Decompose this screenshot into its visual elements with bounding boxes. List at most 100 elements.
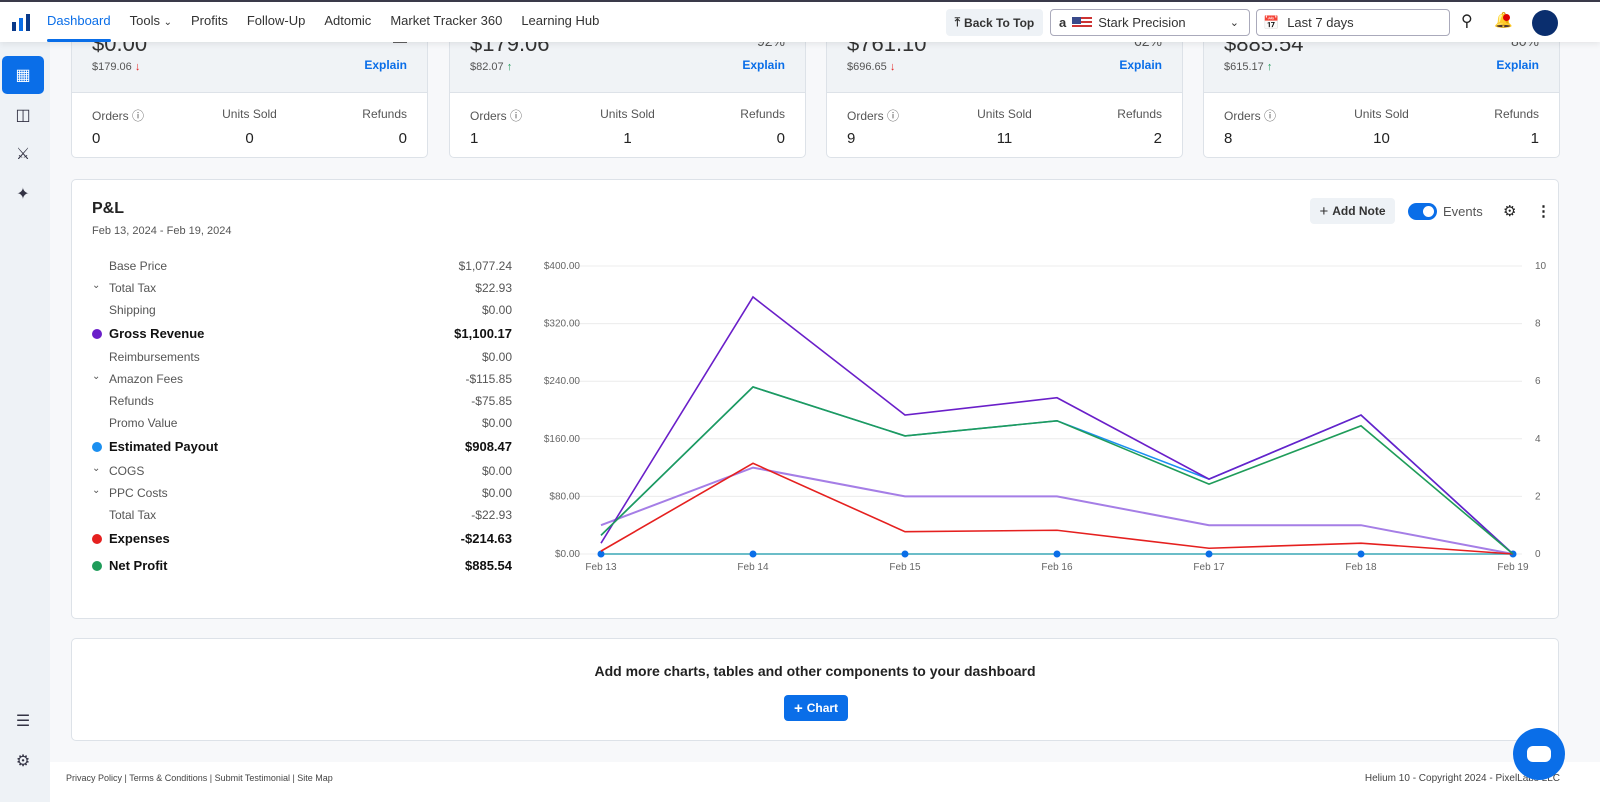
pl-row-label: Promo Value: [109, 416, 178, 430]
pl-row-value: -$115.85: [465, 372, 512, 386]
refunds-value: 1: [1530, 130, 1539, 147]
pl-row: Gross Revenue $1,100.17: [92, 326, 512, 342]
chevron-down-icon[interactable]: ⌄: [92, 485, 100, 496]
nav-learning-hub[interactable]: Learning Hub: [521, 2, 599, 42]
sidebar-settings-icon[interactable]: ⚙: [2, 742, 44, 780]
refunds-label: Refunds: [1117, 107, 1162, 121]
explain-link[interactable]: Explain: [364, 58, 407, 72]
chevron-down-icon[interactable]: ⌄: [92, 280, 100, 291]
nav-follow-up[interactable]: Follow-Up: [247, 2, 306, 42]
add-components-card: Add more charts, tables and other compon…: [71, 638, 1559, 741]
pl-title: P&L: [92, 200, 124, 217]
sidebar-layout-icon[interactable]: ◫: [2, 96, 44, 134]
arrow-up-icon: ⤒: [954, 15, 961, 29]
submit-testimonial-link[interactable]: Submit Testimonial: [215, 773, 290, 783]
legend-dot[interactable]: [92, 442, 102, 452]
chat-button[interactable]: [1513, 728, 1565, 780]
kpi-previous: $82.07: [470, 61, 504, 73]
footer: Privacy Policy | Terms & Conditions | Su…: [50, 762, 1600, 802]
avatar[interactable]: [1532, 10, 1558, 36]
privacy-policy-link[interactable]: Privacy Policy: [66, 773, 122, 783]
gear-icon[interactable]: ⚙: [1503, 202, 1516, 220]
events-toggle[interactable]: [1408, 203, 1437, 220]
chevron-down-icon[interactable]: ⌄: [92, 463, 100, 474]
add-chart-button[interactable]: + Chart: [784, 695, 848, 721]
main-nav: Dashboard Tools ⌄ Profits Follow-Up Adto…: [47, 2, 618, 42]
terms-link[interactable]: Terms & Conditions: [129, 773, 207, 783]
notification-dot: [1503, 14, 1510, 21]
pl-row: Net Profit $885.54: [92, 558, 512, 574]
pl-row: Refunds -$75.85: [92, 394, 512, 410]
refunds-label: Refunds: [362, 107, 407, 121]
site-map-link[interactable]: Site Map: [297, 773, 333, 783]
add-note-button[interactable]: + Add Note: [1310, 198, 1395, 224]
nav-profits[interactable]: Profits: [191, 2, 228, 42]
back-to-top-button[interactable]: ⤒ Back To Top: [946, 9, 1043, 36]
arrow-up-icon: ↑: [506, 61, 513, 73]
sidebar-sparkle-icon[interactable]: ✦: [2, 175, 44, 213]
pl-row[interactable]: ⌄ Amazon Fees -$115.85: [92, 371, 512, 388]
pl-row-label: Gross Revenue: [109, 326, 205, 341]
pl-row-value: $885.54: [465, 558, 512, 573]
pl-row-label: Amazon Fees: [109, 372, 184, 386]
more-vertical-icon[interactable]: ⋮: [1536, 202, 1551, 220]
refunds-value: 0: [776, 130, 785, 147]
chevron-down-icon[interactable]: ⌄: [92, 371, 100, 382]
pl-row-value: $1,100.17: [454, 326, 512, 341]
amazon-icon: a: [1059, 15, 1067, 30]
nav-adtomic[interactable]: Adtomic: [324, 2, 371, 42]
legend-dot[interactable]: [92, 329, 102, 339]
pl-row-label: Total Tax: [109, 281, 157, 295]
pl-row: Shipping $0.00: [92, 303, 512, 319]
sidebar-dashboard-icon[interactable]: ▦: [2, 56, 44, 94]
nav-market-tracker[interactable]: Market Tracker 360: [390, 2, 502, 42]
pl-row-value: $1,077.24: [458, 259, 512, 273]
plus-icon: +: [793, 699, 803, 717]
arrow-down-icon: ↓: [134, 61, 141, 73]
pl-row-label: PPC Costs: [109, 486, 168, 500]
explain-link[interactable]: Explain: [742, 58, 785, 72]
pl-row-value: -$75.85: [471, 394, 512, 408]
pl-row[interactable]: ⌄ Total Tax $22.93: [92, 280, 512, 297]
sidebar: ▦ ◫ ⚔ ✦ ☰ ⚙: [0, 42, 50, 802]
nav-tools-label: Tools: [129, 13, 160, 28]
chevron-down-icon: ⌄: [163, 17, 172, 28]
store-selector[interactable]: a Stark Precision ⌄: [1050, 9, 1250, 36]
pl-row-label: Estimated Payout: [109, 439, 219, 454]
pl-row-value: $0.00: [481, 350, 512, 364]
calendar-icon: 📅: [1263, 14, 1280, 30]
refunds-value: 2: [1153, 130, 1162, 147]
sidebar-tools-icon[interactable]: ⚔: [2, 135, 44, 173]
date-range-picker[interactable]: 📅 Last 7 days: [1256, 9, 1450, 36]
pl-row-value: $0.00: [481, 464, 512, 478]
pl-row-value: $0.00: [481, 486, 512, 500]
legend-dot[interactable]: [92, 561, 102, 571]
refunds-label: Refunds: [740, 107, 785, 121]
plus-icon: +: [1319, 202, 1329, 220]
pl-row-label: Base Price: [109, 259, 168, 273]
chat-bubble-icon: [1527, 746, 1551, 762]
pl-row[interactable]: ⌄ COGS $0.00: [92, 463, 512, 480]
top-nav: Dashboard Tools ⌄ Profits Follow-Up Adto…: [0, 0, 1600, 42]
pl-row: Base Price $1,077.24: [92, 259, 512, 275]
sidebar-checklist-icon[interactable]: ☰: [2, 702, 44, 740]
explain-link[interactable]: Explain: [1496, 58, 1539, 72]
pl-row-value: $0.00: [481, 416, 512, 430]
nav-tools[interactable]: Tools ⌄: [130, 2, 172, 42]
ai-search-icon[interactable]: ⚲: [1461, 11, 1473, 31]
add-note-label: Add Note: [1332, 204, 1386, 218]
explain-link[interactable]: Explain: [1119, 58, 1162, 72]
pl-row[interactable]: ⌄ PPC Costs $0.00: [92, 485, 512, 502]
store-name: Stark Precision: [1098, 15, 1186, 30]
refunds-value: 0: [398, 130, 407, 147]
nav-dashboard[interactable]: Dashboard: [47, 2, 111, 42]
pl-row-label: Net Profit: [109, 558, 168, 573]
legend-dot[interactable]: [92, 534, 102, 544]
pl-row: Reimbursements $0.00: [92, 350, 512, 366]
kpi-previous: $179.06: [92, 61, 132, 73]
add-components-text: Add more charts, tables and other compon…: [594, 663, 1036, 679]
pl-row: Total Tax -$22.93: [92, 508, 512, 524]
units-sold-value: 11: [996, 130, 1013, 147]
helium10-logo[interactable]: [12, 13, 30, 31]
pl-date-range: Feb 13, 2024 - Feb 19, 2024: [92, 225, 232, 237]
